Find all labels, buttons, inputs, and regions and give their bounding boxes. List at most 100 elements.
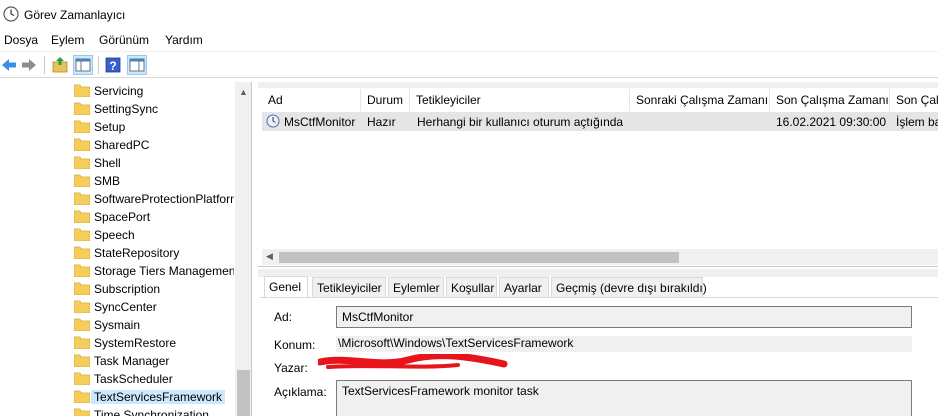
- folder-icon: [74, 282, 90, 295]
- toolbar-separator: [44, 56, 45, 74]
- tree-item-task-manager[interactable]: Task Manager: [74, 352, 234, 370]
- scrollbar-thumb[interactable]: [279, 252, 679, 263]
- tree-item-label: Speech: [94, 228, 135, 242]
- folder-icon: [74, 408, 90, 416]
- scroll-left-arrow-icon[interactable]: ◀: [266, 251, 273, 262]
- tab-actions[interactable]: Eylemler: [388, 277, 444, 297]
- task-clock-icon: [266, 114, 280, 128]
- task-details: Genel Tetikleyiciler Eylemler Koşullar A…: [258, 269, 938, 416]
- back-arrow-icon[interactable]: [0, 56, 18, 74]
- folder-icon: [74, 390, 90, 403]
- task-last-result: İşlem başarıyla tamamlandı.: [896, 115, 938, 129]
- folder-icon: [74, 210, 90, 223]
- folder-icon: [74, 354, 90, 367]
- name-field[interactable]: MsCtfMonitor: [336, 306, 912, 328]
- toolbar: ?: [0, 51, 938, 78]
- tree-item-sharedpc[interactable]: SharedPC: [74, 136, 234, 154]
- redaction-scribble: [318, 354, 508, 369]
- location-label: Konum:: [274, 338, 316, 352]
- title-bar: Görev Zamanlayıcı: [0, 0, 938, 30]
- action-pane-icon[interactable]: [127, 55, 147, 75]
- description-field[interactable]: TextServicesFramework monitor task: [336, 380, 912, 416]
- task-last-run: 16.02.2021 09:30:00: [776, 115, 887, 129]
- tree-item-label: Setup: [94, 120, 126, 134]
- folder-icon: [74, 120, 90, 133]
- folder-icon: [74, 228, 90, 241]
- column-header-status[interactable]: Durum: [361, 89, 410, 111]
- tree-item-time-synchronization[interactable]: Time Synchronization: [74, 406, 234, 416]
- tree-item-label: SMB: [94, 174, 121, 188]
- column-header-name[interactable]: Ad: [262, 89, 361, 111]
- tree-item-label: SyncCenter: [94, 300, 157, 314]
- tree-item-sysmain[interactable]: Sysmain: [74, 316, 234, 334]
- table-horizontal-scrollbar[interactable]: ◀: [262, 249, 938, 265]
- menu-help[interactable]: Yardım: [165, 33, 203, 47]
- menu-action[interactable]: Eylem: [51, 33, 84, 47]
- tree-item-label: SpacePort: [94, 210, 151, 224]
- tree-item-smb[interactable]: SMB: [74, 172, 234, 190]
- folder-icon: [74, 84, 90, 97]
- tree-item-label: Task Manager: [94, 354, 170, 368]
- folder-tree: Servicing SettingSync Setup SharedPC She…: [0, 82, 252, 416]
- task-list: Ad Durum Tetikleyiciler Sonraki Çalışma …: [258, 82, 938, 267]
- folder-icon: [74, 246, 90, 259]
- folder-icon: [74, 336, 90, 349]
- svg-text:?: ?: [109, 59, 116, 73]
- show-hide-tree-icon[interactable]: [73, 55, 93, 75]
- tree-item-textservicesframework[interactable]: TextServicesFramework: [74, 388, 234, 406]
- tab-history[interactable]: Geçmiş (devre dışı bırakıldı): [551, 277, 707, 297]
- tree-item-storage-tiers-management[interactable]: Storage Tiers Management: [74, 262, 234, 280]
- tree-item-setup[interactable]: Setup: [74, 118, 234, 136]
- folder-icon: [74, 372, 90, 385]
- tree-item-label: Servicing: [94, 84, 144, 98]
- column-header-next-run[interactable]: Sonraki Çalışma Zamanı: [630, 89, 770, 111]
- tab-general[interactable]: Genel: [264, 276, 308, 297]
- author-label: Yazar:: [274, 361, 308, 375]
- folder-icon: [74, 318, 90, 331]
- description-label: Açıklama:: [274, 385, 327, 399]
- tree-item-systemrestore[interactable]: SystemRestore: [74, 334, 234, 352]
- tree-item-label: Sysmain: [94, 318, 141, 332]
- column-header-last-result[interactable]: Son Çalışma Sonucu: [890, 89, 938, 111]
- help-icon[interactable]: ?: [104, 56, 122, 74]
- tree-item-label: TextServicesFramework: [91, 390, 226, 404]
- name-label: Ad:: [274, 310, 293, 324]
- tree-item-servicing[interactable]: Servicing: [74, 82, 234, 100]
- tab-triggers[interactable]: Tetikleyiciler: [312, 277, 386, 297]
- up-folder-icon[interactable]: [51, 56, 69, 74]
- tree-item-label: SoftwareProtectionPlatform: [94, 192, 234, 206]
- task-name: MsCtfMonitor: [284, 115, 356, 129]
- forward-arrow-icon[interactable]: [20, 56, 38, 74]
- tree-item-label: Storage Tiers Management: [94, 264, 234, 278]
- tree-item-subscription[interactable]: Subscription: [74, 280, 234, 298]
- tree-item-shell[interactable]: Shell: [74, 154, 234, 172]
- tree-item-taskscheduler[interactable]: TaskScheduler: [74, 370, 234, 388]
- task-status: Hazır: [367, 115, 396, 129]
- toolbar-separator: [98, 56, 99, 74]
- tree-item-label: Shell: [94, 156, 121, 170]
- scroll-up-arrow-icon[interactable]: ▲: [239, 87, 248, 97]
- window-title: Görev Zamanlayıcı: [24, 8, 126, 22]
- tree-item-softwareprotectionplatform[interactable]: SoftwareProtectionPlatform: [74, 190, 234, 208]
- menu-bar: Dosya Eylem Görünüm Yardım: [0, 30, 938, 50]
- column-header-triggers[interactable]: Tetikleyiciler: [410, 89, 630, 111]
- folder-icon: [74, 264, 90, 277]
- menu-view[interactable]: Görünüm: [99, 33, 149, 47]
- folder-icon: [74, 102, 90, 115]
- tab-settings[interactable]: Ayarlar: [499, 277, 549, 297]
- tab-conditions[interactable]: Koşullar: [446, 277, 497, 297]
- scrollbar-thumb[interactable]: [237, 370, 250, 416]
- tree-item-speech[interactable]: Speech: [74, 226, 234, 244]
- tree-item-synccenter[interactable]: SyncCenter: [74, 298, 234, 316]
- tree-item-label: SharedPC: [94, 138, 150, 152]
- tree-vertical-scrollbar[interactable]: ▲: [235, 82, 251, 416]
- menu-file[interactable]: Dosya: [4, 33, 38, 47]
- tree-item-label: StateRepository: [94, 246, 180, 260]
- tree-item-settingsync[interactable]: SettingSync: [74, 100, 234, 118]
- tree-item-staterepository[interactable]: StateRepository: [74, 244, 234, 262]
- column-header-last-run[interactable]: Son Çalışma Zamanı: [770, 89, 890, 111]
- clock-icon: [3, 6, 19, 22]
- table-row[interactable]: MsCtfMonitor Hazır Herhangi bir kullanıc…: [262, 112, 938, 131]
- tree-item-spaceport[interactable]: SpacePort: [74, 208, 234, 226]
- folder-icon: [74, 138, 90, 151]
